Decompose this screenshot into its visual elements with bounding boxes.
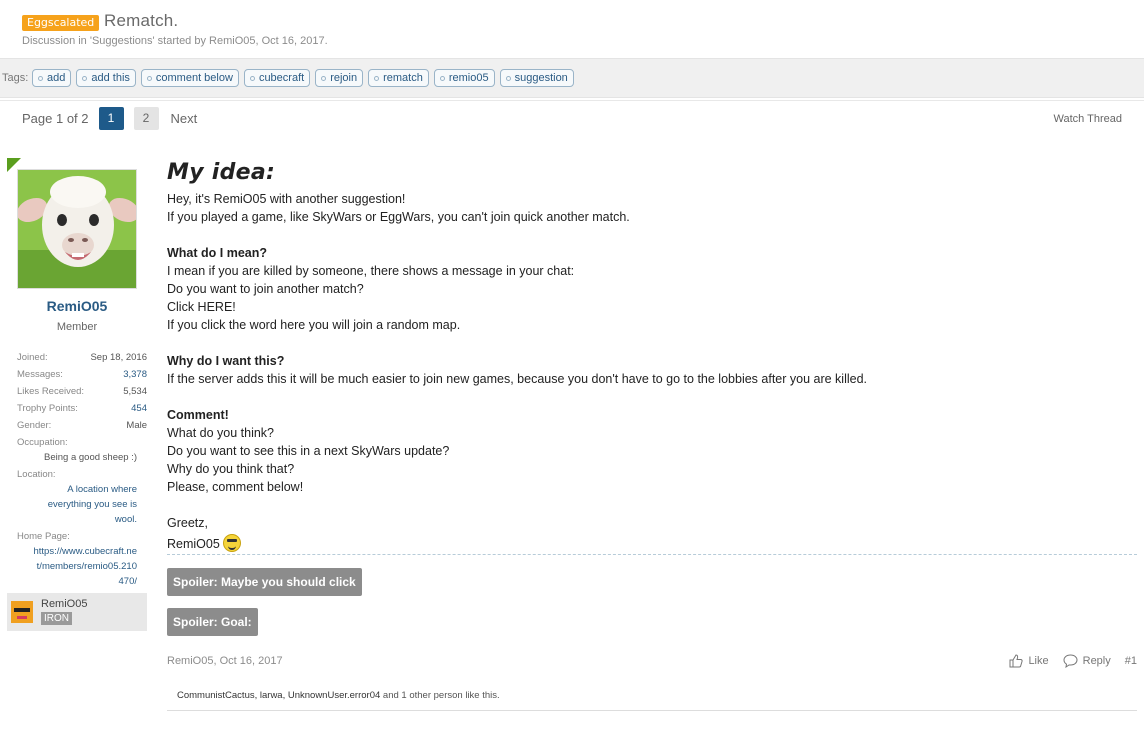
watch-thread-link[interactable]: Watch Thread bbox=[1054, 113, 1122, 125]
post-subheading: Why do I want this? bbox=[167, 354, 285, 368]
divider bbox=[0, 100, 1144, 101]
tag-rematch[interactable]: rematch bbox=[368, 69, 429, 87]
spoiler-button-2[interactable]: Spoiler: Goal: bbox=[167, 608, 258, 636]
tag-add-this[interactable]: add this bbox=[76, 69, 136, 87]
tag-comment-below[interactable]: comment below bbox=[140, 69, 239, 87]
next-page-link[interactable]: Next bbox=[171, 111, 198, 126]
info-occupation-label: Occupation: bbox=[17, 437, 68, 448]
info-homepage-label: Home Page: bbox=[17, 531, 70, 542]
spoiler-button-1[interactable]: Spoiler: Maybe you should click bbox=[167, 568, 362, 596]
tag-bar: Tags: add add this comment below cubecra… bbox=[0, 58, 1144, 98]
author-link[interactable]: RemiO05 bbox=[209, 35, 255, 47]
tag-list: add add this comment below cubecraft rej… bbox=[32, 69, 574, 87]
post-line: Click HERE! bbox=[167, 300, 236, 314]
reply-button[interactable]: Reply bbox=[1063, 654, 1111, 668]
thread-title: Rematch. bbox=[104, 11, 179, 30]
likers-list[interactable]: CommunistCactus, larwa, UnknownUser.erro… bbox=[177, 690, 380, 701]
tag-add[interactable]: add bbox=[32, 69, 72, 87]
info-trophy-points: Trophy Points: 454 bbox=[17, 403, 147, 414]
post-line: Do you want to join another match? bbox=[167, 282, 364, 296]
tag-rejoin[interactable]: rejoin bbox=[315, 69, 364, 87]
rank-label: IRON bbox=[41, 612, 72, 625]
like-button[interactable]: Like bbox=[1009, 654, 1049, 668]
tag-remio05[interactable]: remio05 bbox=[433, 69, 495, 87]
post-heading: My idea: bbox=[167, 160, 276, 185]
signature-divider bbox=[167, 554, 1137, 555]
thumbs-up-icon bbox=[1009, 654, 1024, 668]
page-nav: Page 1 of 2 1 2 Next bbox=[22, 107, 197, 130]
user-rank-badge: RemiO05 IRON bbox=[7, 593, 147, 631]
post-line: I mean if you are killed by someone, the… bbox=[167, 264, 575, 278]
page-1-button[interactable]: 1 bbox=[98, 107, 124, 130]
tag-dot-icon bbox=[249, 75, 255, 81]
info-location-value[interactable]: A location where everything you see is w… bbox=[17, 482, 137, 527]
lamb-avatar-image bbox=[18, 170, 136, 288]
post-line: Why do you think that? bbox=[167, 462, 295, 476]
tag-cubecraft[interactable]: cubecraft bbox=[243, 69, 311, 87]
forum-link[interactable]: Suggestions bbox=[92, 35, 153, 47]
tag-suggestion[interactable]: suggestion bbox=[499, 69, 574, 87]
post-subheading: What do I mean? bbox=[167, 246, 267, 260]
smiley-icon bbox=[222, 534, 241, 552]
page-2-button[interactable]: 2 bbox=[133, 107, 159, 130]
tag-dot-icon bbox=[321, 75, 327, 81]
post-meta[interactable]: RemiO05, Oct 16, 2017 bbox=[167, 655, 283, 667]
tag-dot-icon bbox=[38, 75, 43, 81]
user-title: Member bbox=[56, 321, 98, 333]
tags-label: Tags: bbox=[2, 72, 29, 84]
tag-dot-icon bbox=[374, 75, 380, 81]
post-permalink[interactable]: #1 bbox=[1125, 655, 1137, 667]
likes-summary: CommunistCactus, larwa, UnknownUser.erro… bbox=[167, 681, 1137, 711]
thread-header: Eggscalated Rematch. Discussion in 'Sugg… bbox=[0, 0, 1144, 58]
post-line: What do you think? bbox=[167, 426, 275, 440]
reply-bubble-icon bbox=[1063, 654, 1078, 668]
info-joined: Joined: Sep 18, 2016 bbox=[17, 352, 147, 363]
info-gender: Gender: Male bbox=[17, 420, 147, 431]
badge-username: RemiO05 bbox=[41, 598, 88, 610]
info-location-label: Location: bbox=[17, 469, 56, 480]
thread-prefix[interactable]: Eggscalated bbox=[22, 15, 100, 31]
post-line: If the server adds this it will be much … bbox=[167, 372, 867, 386]
info-messages: Messages: 3,378 bbox=[17, 369, 147, 380]
avatar[interactable] bbox=[17, 169, 137, 289]
sunglasses-face-icon bbox=[11, 601, 33, 623]
tag-dot-icon bbox=[439, 75, 445, 81]
post-line: If you click the word here you will join… bbox=[167, 318, 461, 332]
username[interactable]: RemiO05 bbox=[7, 298, 147, 314]
info-occupation-value: Being a good sheep :) bbox=[44, 452, 137, 463]
post-subheading: Comment! bbox=[167, 408, 229, 422]
info-likes: Likes Received: 5,534 bbox=[17, 386, 147, 397]
post-line: If you played a game, like SkyWars or Eg… bbox=[167, 210, 630, 224]
post-line: Please, comment below! bbox=[167, 480, 304, 494]
info-homepage-link[interactable]: https://www.cubecraft.ne t/members/remio… bbox=[17, 544, 138, 589]
post-line: Hey, it's RemiO05 with another suggestio… bbox=[167, 192, 406, 206]
tag-dot-icon bbox=[82, 75, 88, 81]
post-actions: Like Reply #1 bbox=[999, 654, 1137, 668]
tag-dot-icon bbox=[146, 75, 152, 81]
post-line: Greetz, bbox=[167, 516, 208, 530]
tag-dot-icon bbox=[505, 75, 511, 81]
thread-description: Discussion in 'Suggestions' started by R… bbox=[22, 35, 328, 47]
post-line: Do you want to see this in a next SkyWar… bbox=[167, 444, 450, 458]
page-label: Page 1 of 2 bbox=[22, 111, 89, 126]
post-signoff: RemiO05 bbox=[167, 534, 241, 552]
